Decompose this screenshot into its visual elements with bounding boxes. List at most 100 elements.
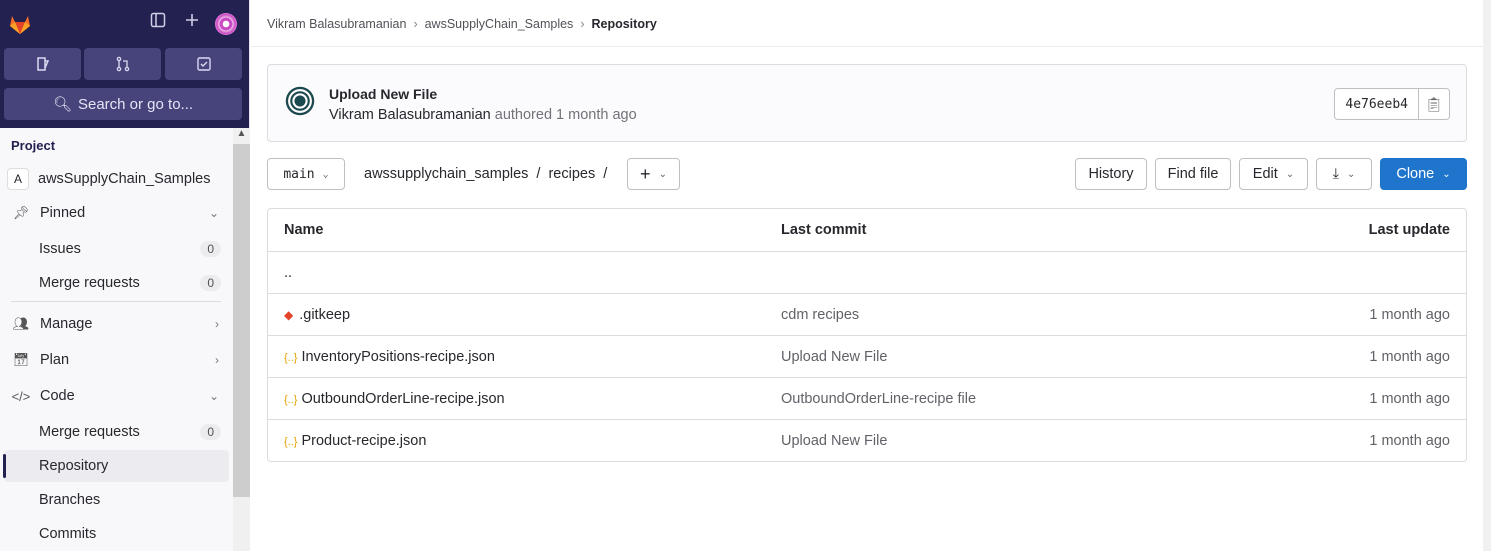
commit-author[interactable]: Vikram Balasubramanian (329, 107, 491, 123)
divider (11, 301, 221, 302)
table-row[interactable]: {..} Product-recipe.json Upload New File 1 … (268, 419, 1466, 461)
edit-label: Edit (1252, 166, 1278, 182)
project-link[interactable]: AawsSupplyChain_Samples (4, 163, 229, 195)
file-name-link[interactable]: .gitkeep (299, 307, 350, 323)
item-label: Branches (39, 492, 101, 508)
clone-label: Clone (1396, 166, 1435, 182)
find-file-label: Find file (1167, 166, 1219, 182)
breadcrumb-separator: › (580, 17, 585, 31)
calendar-icon: 📅︎ (12, 352, 30, 367)
sidebar-item-plan[interactable]: 📅︎ Plan › (4, 344, 229, 376)
last-commit-link[interactable]: Upload New File (781, 349, 887, 365)
breadcrumb-user[interactable]: Vikram Balasubramanian (267, 17, 406, 31)
last-update: 1 month ago (1369, 349, 1450, 365)
file-cell: ◆ .gitkeep (284, 307, 350, 323)
plus-icon[interactable] (184, 12, 200, 28)
todos-button[interactable] (165, 48, 242, 80)
breadcrumb-separator: › (413, 17, 418, 31)
column-header-name: Name (284, 222, 324, 238)
parent-dir-row[interactable]: .. (268, 251, 1466, 293)
path-root[interactable]: awssupplychain_samples (364, 166, 528, 182)
search-button[interactable]: 🔍︎ Search or go to... (4, 88, 242, 120)
merge-requests-button[interactable] (84, 48, 161, 80)
item-label: Code (40, 388, 75, 404)
commit-sha-group: 4e76eeb4 📋︎ (1334, 88, 1450, 120)
commit-author-line: Vikram Balasubramanian authored 1 month … (329, 107, 637, 123)
add-dropdown-button[interactable]: + ⌄ (627, 158, 680, 190)
item-label: Plan (40, 352, 70, 368)
copy-clipboard-icon[interactable]: 📋︎ (1419, 89, 1449, 119)
sidebar: 🔍︎ Search or go to... Project AawsSupplyC… (0, 0, 250, 551)
chevron-down-icon: ⌄ (1285, 168, 1295, 180)
search-label: Search or go to... (77, 95, 194, 113)
file-path: awssupplychain_samples / recipes / (364, 166, 615, 182)
parent-dir-link[interactable]: .. (284, 265, 292, 281)
edit-dropdown-button[interactable]: Edit ⌄ (1239, 158, 1308, 190)
last-commit-link[interactable]: Upload New File (781, 433, 887, 449)
sidebar-nav: Project AawsSupplyChain_Samples 📌︎ Pinned… (0, 128, 233, 551)
clone-dropdown-button[interactable]: Clone ⌄ (1380, 158, 1467, 190)
issues-button[interactable] (4, 48, 81, 80)
main-content: Vikram Balasubramanian › awsSupplyChain_Sa… (251, 0, 1483, 551)
path-folder[interactable]: recipes (548, 166, 595, 182)
table-row[interactable]: {..} InventoryPositions-recipe.json Upload… (268, 335, 1466, 377)
sidebar-item-commits[interactable]: Commits (4, 518, 229, 550)
sidebar-item-merge-requests[interactable]: Merge requests 0 (4, 267, 229, 299)
download-dropdown-button[interactable]: ⤓ ⌄ (1316, 158, 1372, 190)
search-icon: 🔍︎ (52, 96, 72, 113)
find-file-button[interactable]: Find file (1155, 158, 1231, 190)
file-name-link[interactable]: Product-recipe.json (301, 433, 426, 449)
file-cell: {..} OutboundOrderLine-recipe.json (284, 391, 505, 407)
chevron-down-icon: ⌄ (208, 206, 219, 220)
user-avatar[interactable] (215, 13, 237, 35)
users-icon: 👥︎ (12, 316, 30, 331)
json-icon: {..} (284, 352, 298, 364)
file-cell: {..} InventoryPositions-recipe.json (284, 349, 495, 365)
last-commit-link[interactable]: OutboundOrderLine-recipe file (781, 391, 976, 407)
json-icon: {..} (284, 394, 298, 406)
sidebar-item-pinned[interactable]: 📌︎ Pinned ⌄ (4, 197, 229, 229)
last-update: 1 month ago (1369, 307, 1450, 323)
sidebar-scrollbar[interactable]: ▲ (233, 128, 250, 551)
file-name-link[interactable]: OutboundOrderLine-recipe.json (301, 391, 504, 407)
commit-sha[interactable]: 4e76eeb4 (1335, 89, 1419, 119)
scrollbar-thumb[interactable] (233, 144, 250, 497)
breadcrumb-current[interactable]: Repository (591, 17, 656, 31)
chevron-down-icon: ⌄ (658, 168, 667, 180)
last-update: 1 month ago (1369, 391, 1450, 407)
sidebar-item-issues[interactable]: Issues 0 (4, 233, 229, 265)
sidebar-item-manage[interactable]: 👥︎ Manage › (4, 308, 229, 340)
commit-time: authored 1 month ago (494, 107, 637, 123)
file-name-link[interactable]: InventoryPositions-recipe.json (301, 349, 494, 365)
sidebar-item-branches[interactable]: Branches (4, 484, 229, 516)
issues-icon (36, 57, 49, 71)
author-avatar[interactable] (285, 86, 315, 116)
column-header-last-update: Last update (1368, 222, 1450, 238)
column-header-last-commit: Last commit (781, 222, 867, 238)
chevron-down-icon: ⌄ (322, 168, 329, 180)
sidebar-item-code-merge-requests[interactable]: Merge requests 0 (4, 416, 229, 448)
chevron-down-icon: ⌄ (1347, 168, 1356, 180)
project-avatar: A (7, 168, 29, 190)
sidebar-toggle-icon[interactable] (150, 12, 166, 28)
history-label: History (1088, 166, 1134, 182)
branch-selector[interactable]: main ⌄ (267, 158, 345, 190)
pin-icon: 📌︎ (12, 205, 30, 220)
section-title: Project (11, 138, 56, 153)
merge-request-icon (116, 56, 129, 72)
page-scrollbar[interactable] (1483, 0, 1491, 551)
breadcrumb-project[interactable]: awsSupplyChain_Samples (425, 17, 574, 31)
sidebar-item-code[interactable]: </> Code ⌄ (4, 380, 229, 412)
history-button[interactable]: History (1075, 158, 1147, 190)
table-header: Name Last commit Last update (268, 209, 1466, 251)
item-label: Pinned (40, 205, 86, 221)
chevron-right-icon: › (215, 317, 219, 331)
scroll-up-icon[interactable]: ▲ (233, 128, 250, 144)
last-commit-link[interactable]: cdm recipes (781, 307, 859, 323)
gitlab-logo-icon[interactable] (8, 12, 32, 36)
table-row[interactable]: ◆ .gitkeep cdm recipes 1 month ago (268, 293, 1466, 335)
sidebar-item-repository[interactable]: Repository (3, 450, 229, 482)
table-row[interactable]: {..} OutboundOrderLine-recipe.json Outboun… (268, 377, 1466, 419)
commit-title[interactable]: Upload New File (329, 86, 437, 102)
git-icon: ◆ (284, 308, 294, 322)
